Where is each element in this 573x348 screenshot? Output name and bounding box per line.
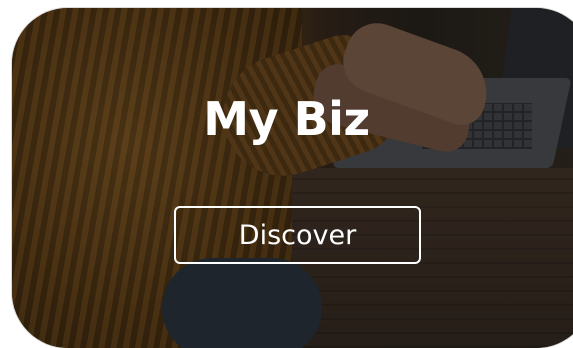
hero-title: My Biz bbox=[203, 92, 370, 146]
hero-card bbox=[12, 8, 573, 348]
dark-overlay bbox=[12, 8, 573, 348]
discover-button[interactable]: Discover bbox=[174, 206, 421, 264]
